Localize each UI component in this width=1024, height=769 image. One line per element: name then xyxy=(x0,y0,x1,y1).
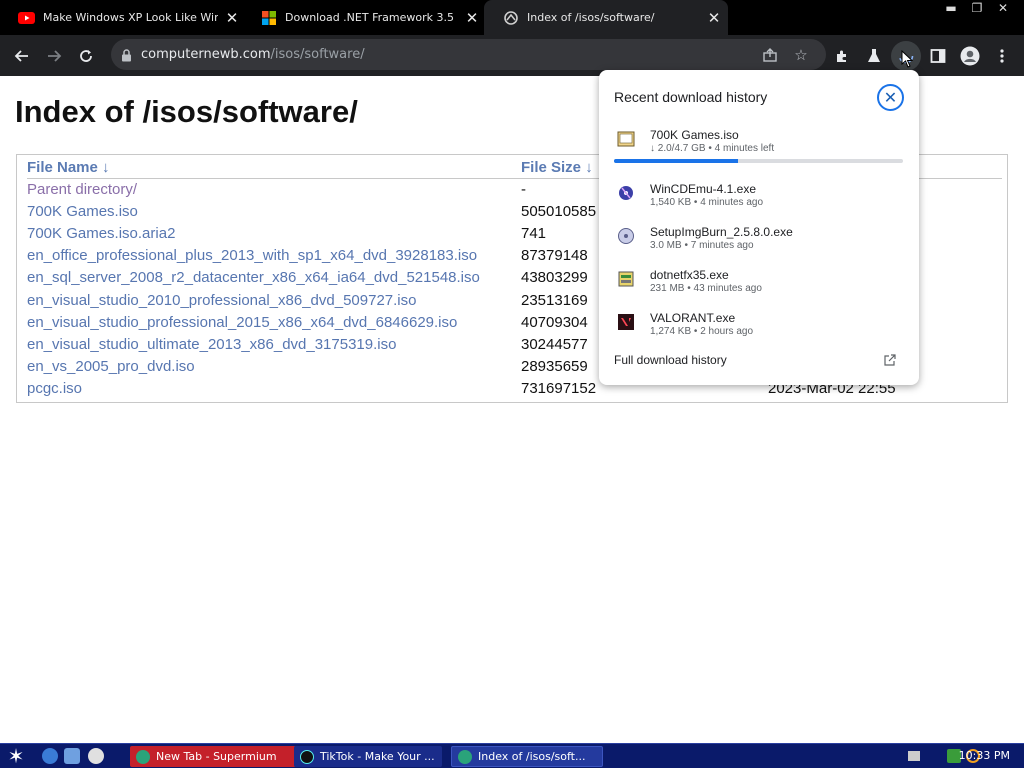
file-link[interactable]: en_office_professional_plus_2013_with_sp… xyxy=(27,247,477,264)
taskbar-item-index-active[interactable]: Index of /isos/soft... xyxy=(451,746,603,767)
download-progress-bar xyxy=(614,159,903,163)
download-history-bubble: Recent download history ✕ 700K Games.iso… xyxy=(599,70,919,385)
full-download-history-link[interactable]: Full download history xyxy=(614,353,727,367)
extensions-icon[interactable] xyxy=(827,41,857,71)
imgburn-icon xyxy=(617,227,635,245)
file-size: 87379148 xyxy=(521,247,588,264)
download-name: dotnetfx35.exe xyxy=(650,268,729,282)
close-bubble-button[interactable]: ✕ xyxy=(877,84,904,111)
download-item-in-progress[interactable]: 700K Games.iso ↓ 2.0/4.7 GB • 4 minutes … xyxy=(614,128,904,166)
file-link[interactable]: en_visual_studio_ultimate_2013_x86_dvd_3… xyxy=(27,336,396,353)
file-link[interactable]: en_vs_2005_pro_dvd.iso xyxy=(27,358,195,375)
download-item[interactable]: SetupImgBurn_2.5.8.0.exe 3.0 MB • 7 minu… xyxy=(614,225,904,255)
tab-title: Index of /isos/software/ xyxy=(527,11,655,24)
valorant-icon xyxy=(617,313,635,331)
close-tab-icon[interactable]: ✕ xyxy=(700,9,728,27)
share-icon[interactable] xyxy=(760,45,780,65)
parent-directory-link[interactable]: Parent directory/ xyxy=(27,181,137,198)
keyboard-icon[interactable] xyxy=(908,751,920,761)
back-button[interactable] xyxy=(7,41,37,71)
file-size: 30244577 xyxy=(521,336,588,353)
file-size: - xyxy=(521,181,526,198)
microsoft-icon xyxy=(260,10,277,26)
download-item[interactable]: VALORANT.exe 1,274 KB • 2 hours ago xyxy=(614,311,904,341)
media-player-quicklaunch-icon[interactable] xyxy=(88,748,104,764)
mouse-cursor-icon xyxy=(901,49,914,72)
youtube-icon xyxy=(18,10,35,26)
iso-file-icon xyxy=(617,130,635,148)
file-size: 731697152 xyxy=(521,380,597,397)
taskbar-item-label: TikTok - Make Your ... xyxy=(320,750,435,763)
taskbar-clock: 10:33 PM xyxy=(958,749,1010,762)
file-size: 40709304 xyxy=(521,314,588,331)
file-size: 28935659 xyxy=(521,358,588,375)
download-item[interactable]: WinCDEmu-4.1.exe 1,540 KB • 4 minutes ag… xyxy=(614,182,904,212)
window-controls: ▬ ❐ ✕ xyxy=(940,0,1014,18)
url-domain: computernewb.com xyxy=(141,47,271,62)
download-name: 700K Games.iso xyxy=(650,128,739,142)
explorer-quicklaunch-icon[interactable] xyxy=(64,748,80,764)
system-tray: 10:33 PM xyxy=(824,744,1024,769)
file-link[interactable]: 700K Games.iso.aria2 xyxy=(27,225,175,242)
download-name: SetupImgBurn_2.5.8.0.exe xyxy=(650,225,793,239)
profile-avatar-icon[interactable] xyxy=(955,41,985,71)
installer-icon xyxy=(617,270,635,288)
close-window-icon[interactable]: ✕ xyxy=(992,0,1014,18)
labs-flask-icon[interactable] xyxy=(859,41,889,71)
taskbar-item-supermium[interactable]: New Tab - Supermium xyxy=(130,746,296,767)
column-file-name[interactable]: File Name ↓ xyxy=(27,159,110,176)
reload-button[interactable] xyxy=(71,41,101,71)
download-status: 1,274 KB • 2 hours ago xyxy=(650,326,754,337)
tab-strip: Make Windows XP Look Like Window ✕ Downl… xyxy=(0,0,1024,35)
taskbar-item-tiktok[interactable]: TikTok - Make Your ... xyxy=(294,746,442,767)
download-status: ↓ 2.0/4.7 GB • 4 minutes left xyxy=(650,143,775,154)
lock-icon[interactable] xyxy=(121,47,132,66)
taskbar-item-label: Index of /isos/soft... xyxy=(478,750,586,763)
file-link[interactable]: pcgc.iso xyxy=(27,380,82,397)
download-name: VALORANT.exe xyxy=(650,311,736,325)
url-path: /isos/software/ xyxy=(270,47,365,62)
file-link[interactable]: en_visual_studio_2010_professional_x86_d… xyxy=(27,292,416,309)
tab-dotnet[interactable]: Download .NET Framework 3.5 Serv ✕ xyxy=(242,0,486,35)
download-status: 1,540 KB • 4 minutes ago xyxy=(650,197,764,208)
taskbar-item-label: New Tab - Supermium xyxy=(156,750,277,763)
tab-title: Make Windows XP Look Like Window xyxy=(43,11,218,24)
tab-index-active[interactable]: Index of /isos/software/ ✕ xyxy=(484,0,728,35)
forward-button[interactable] xyxy=(39,41,69,71)
open-external-icon[interactable] xyxy=(884,353,896,371)
tab-title: Download .NET Framework 3.5 Serv xyxy=(285,11,458,24)
download-status: 3.0 MB • 7 minutes ago xyxy=(650,240,754,251)
supermium-icon xyxy=(136,749,150,764)
tab-youtube[interactable]: Make Windows XP Look Like Window ✕ xyxy=(0,0,246,35)
file-link[interactable]: en_visual_studio_professional_2015_x86_x… xyxy=(27,314,457,331)
bubble-title: Recent download history xyxy=(614,89,768,105)
bookmark-star-icon[interactable]: ☆ xyxy=(791,45,811,65)
url-text: computernewb.com/isos/software/ xyxy=(141,47,365,62)
page-title: Index of /isos/software/ xyxy=(15,94,358,129)
minimize-icon[interactable]: ▬ xyxy=(940,0,962,18)
file-link[interactable]: en_sql_server_2008_r2_datacenter_x86_x64… xyxy=(27,269,480,286)
side-panel-icon[interactable] xyxy=(923,41,953,71)
download-item[interactable]: dotnetfx35.exe 231 MB • 43 minutes ago xyxy=(614,268,904,298)
close-tab-icon[interactable]: ✕ xyxy=(458,9,486,27)
tiktok-icon xyxy=(300,749,314,764)
address-bar[interactable]: computernewb.com/isos/software/ ☆ xyxy=(111,39,826,70)
download-name: WinCDEmu-4.1.exe xyxy=(650,182,757,196)
download-status: 231 MB • 43 minutes ago xyxy=(650,283,762,294)
start-button[interactable]: ✶ xyxy=(5,745,27,767)
taskbar: ✶ New Tab - Supermium TikTok - Make Your… xyxy=(0,743,1024,768)
file-size: 741 xyxy=(521,225,547,242)
progress-fill xyxy=(614,159,739,163)
restore-icon[interactable]: ❐ xyxy=(966,0,988,18)
column-file-size[interactable]: File Size ↓ xyxy=(521,159,593,176)
wincdemu-icon xyxy=(617,184,635,202)
menu-kebab-icon[interactable] xyxy=(987,41,1017,71)
ie-quicklaunch-icon[interactable] xyxy=(42,748,58,764)
supermium-icon xyxy=(458,749,472,764)
file-size: 43803299 xyxy=(521,269,588,286)
file-size: 505010585 xyxy=(521,203,597,220)
site-icon xyxy=(502,10,519,26)
file-size: 23513169 xyxy=(521,292,588,309)
file-link[interactable]: 700K Games.iso xyxy=(27,203,138,220)
